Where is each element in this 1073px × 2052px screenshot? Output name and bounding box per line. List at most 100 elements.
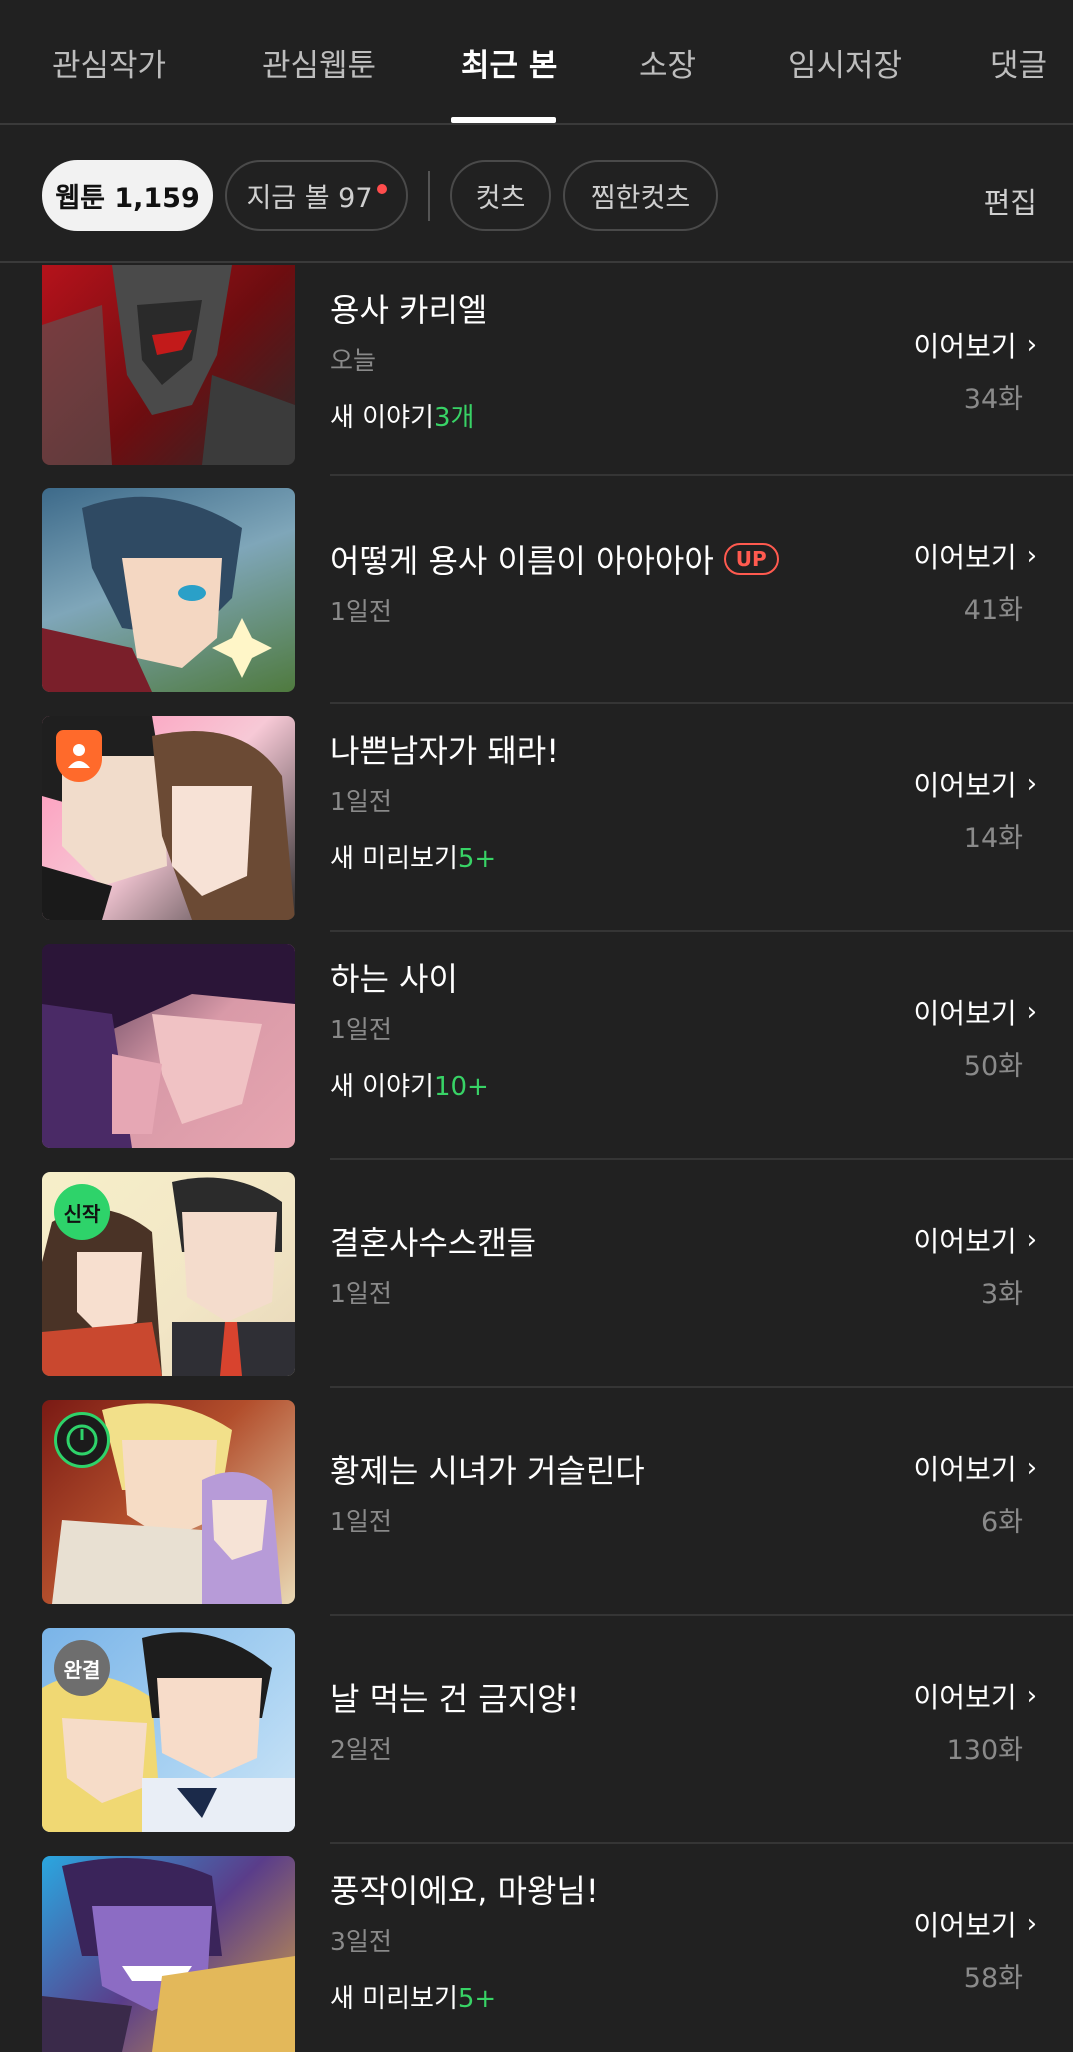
filter-bar: 웹툰 1,159 지금 볼 97 컷츠 찜한컷츠 편집 — [0, 127, 1073, 263]
thumbnail: 완결 — [42, 1628, 295, 1832]
item-time: 1일전 — [330, 1015, 392, 1044]
continue-label: 이어보기 — [913, 1225, 1017, 1258]
episode-number: 6화 — [980, 1507, 1023, 1538]
item-info: 어떻게 용사 이름이 아아아아 UP 1일전 — [330, 536, 890, 628]
item-time: 1일전 — [330, 597, 392, 626]
thumbnail — [42, 1400, 295, 1604]
chip-watch-now[interactable]: 지금 볼 97 — [225, 160, 408, 231]
new-series-badge: 신작 — [54, 1184, 110, 1240]
list-item[interactable]: 풍작이에요, 마왕님! 3일전 새 미리보기5+ 이어보기 › 58화 — [0, 1844, 1073, 2052]
chip-liked-cuts[interactable]: 찜한컷츠 — [563, 160, 718, 231]
item-title: 하는 사이 — [330, 960, 458, 998]
continue-label: 이어보기 — [913, 541, 1017, 574]
thumbnail — [42, 488, 295, 692]
continue-label: 이어보기 — [913, 330, 1017, 363]
item-time: 오늘 — [330, 346, 377, 375]
tab-temp-saved[interactable]: 임시저장 — [788, 40, 902, 85]
new-episode-info: 새 이야기3개 — [330, 403, 475, 433]
item-title: 날 먹는 건 금지양! — [330, 1680, 580, 1718]
continue-label: 이어보기 — [913, 1681, 1017, 1714]
chevron-right-icon: › — [1026, 1453, 1037, 1483]
up-badge: UP — [723, 543, 779, 575]
continue-reading[interactable]: 이어보기 › 41화 — [837, 536, 1037, 627]
new-episode-info: 새 이야기10+ — [330, 1072, 489, 1102]
item-title: 용사 카리엘 — [330, 291, 488, 329]
episode-number: 41화 — [963, 595, 1023, 626]
list-item[interactable]: 완결 날 먹는 건 금지양! 2일전 이어보기 › 130화 — [0, 1616, 1073, 1844]
list-item[interactable]: 용사 카리엘 오늘 새 이야기3개 이어보기 › 34화 — [0, 265, 1073, 493]
episode-number: 3화 — [980, 1279, 1023, 1310]
item-info: 풍작이에요, 마왕님! 3일전 새 미리보기5+ — [330, 1866, 890, 2015]
item-info: 나쁜남자가 돼라! 1일전 새 미리보기5+ — [330, 726, 890, 875]
item-title: 황제는 시녀가 거슬린다 — [330, 1452, 645, 1490]
item-title: 나쁜남자가 돼라! — [330, 732, 560, 770]
tab-comments[interactable]: 댓글 — [990, 40, 1047, 85]
list-item[interactable]: 하는 사이 1일전 새 이야기10+ 이어보기 › 50화 — [0, 932, 1073, 1160]
tab-interest-webtoons[interactable]: 관심웹툰 — [262, 40, 376, 85]
continue-reading[interactable]: 이어보기 › 50화 — [837, 992, 1037, 1083]
thumbnail — [42, 944, 295, 1148]
person-icon — [56, 730, 102, 782]
list-item[interactable]: 나쁜남자가 돼라! 1일전 새 미리보기5+ 이어보기 › 14화 — [0, 704, 1073, 932]
item-info: 날 먹는 건 금지양! 2일전 — [330, 1674, 890, 1766]
item-time: 3일전 — [330, 1927, 392, 1956]
continue-reading[interactable]: 이어보기 › 130화 — [837, 1676, 1037, 1767]
chip-watch-now-label: 지금 볼 97 — [246, 183, 373, 214]
continue-label: 이어보기 — [913, 1909, 1017, 1942]
list-item[interactable]: 신작 결혼사수스캔들 1일전 이어보기 › 3화 — [0, 1160, 1073, 1388]
active-tab-indicator — [451, 117, 556, 123]
chevron-right-icon: › — [1026, 330, 1037, 360]
new-episode-info: 새 미리보기5+ — [330, 1984, 497, 2014]
chevron-right-icon: › — [1026, 1909, 1037, 1939]
item-time: 2일전 — [330, 1735, 392, 1764]
chip-webtoon[interactable]: 웹툰 1,159 — [42, 160, 213, 231]
thumbnail: 신작 — [42, 1172, 295, 1376]
chip-liked-cuts-label: 찜한컷츠 — [590, 183, 691, 214]
thumbnail — [42, 716, 295, 920]
completed-badge: 완결 — [54, 1640, 110, 1696]
thumbnail — [42, 1856, 295, 2052]
item-time: 1일전 — [330, 787, 392, 816]
episode-number: 34화 — [963, 384, 1023, 415]
continue-reading[interactable]: 이어보기 › 34화 — [837, 325, 1037, 416]
continue-label: 이어보기 — [913, 997, 1017, 1030]
continue-reading[interactable]: 이어보기 › 3화 — [837, 1220, 1037, 1311]
tab-interest-authors[interactable]: 관심작가 — [52, 40, 166, 85]
continue-reading[interactable]: 이어보기 › 6화 — [837, 1448, 1037, 1539]
chevron-right-icon: › — [1026, 997, 1037, 1027]
continue-label: 이어보기 — [913, 1453, 1017, 1486]
thumbnail — [42, 265, 295, 465]
list-item[interactable]: 어떻게 용사 이름이 아아아아 UP 1일전 이어보기 › 41화 — [0, 476, 1073, 704]
episode-number: 58화 — [963, 1963, 1023, 1994]
new-episode-info: 새 미리보기5+ — [330, 844, 497, 874]
item-time: 1일전 — [330, 1507, 392, 1536]
chevron-right-icon: › — [1026, 1681, 1037, 1711]
episode-number: 14화 — [963, 823, 1023, 854]
chip-cuts[interactable]: 컷츠 — [450, 160, 551, 231]
item-title: 어떻게 용사 이름이 아아아아 UP — [330, 536, 890, 582]
chevron-right-icon: › — [1026, 541, 1037, 571]
chevron-right-icon: › — [1026, 1225, 1037, 1255]
tab-owned[interactable]: 소장 — [639, 40, 696, 85]
chip-webtoon-label: 웹툰 1,159 — [55, 183, 200, 214]
item-info: 하는 사이 1일전 새 이야기10+ — [330, 954, 890, 1103]
continue-label: 이어보기 — [913, 769, 1017, 802]
item-title: 결혼사수스캔들 — [330, 1224, 537, 1262]
list-item[interactable]: 황제는 시녀가 거슬린다 1일전 이어보기 › 6화 — [0, 1388, 1073, 1616]
chip-divider — [428, 171, 430, 221]
chevron-right-icon: › — [1026, 769, 1037, 799]
timer-icon — [54, 1412, 110, 1468]
tab-recent[interactable]: 최근 본 — [461, 40, 557, 85]
top-tab-bar: 관심작가 관심웹툰 최근 본 소장 임시저장 댓글 — [0, 0, 1073, 125]
continue-reading[interactable]: 이어보기 › 58화 — [837, 1904, 1037, 1995]
item-info: 용사 카리엘 오늘 새 이야기3개 — [330, 285, 890, 434]
edit-button[interactable]: 편집 — [984, 180, 1037, 222]
chip-cuts-label: 컷츠 — [475, 183, 526, 214]
continue-reading[interactable]: 이어보기 › 14화 — [837, 764, 1037, 855]
episode-number: 130화 — [946, 1735, 1023, 1766]
item-info: 결혼사수스캔들 1일전 — [330, 1218, 890, 1310]
item-time: 1일전 — [330, 1279, 392, 1308]
item-info: 황제는 시녀가 거슬린다 1일전 — [330, 1446, 890, 1538]
episode-number: 50화 — [963, 1051, 1023, 1082]
item-title: 풍작이에요, 마왕님! — [330, 1872, 599, 1910]
